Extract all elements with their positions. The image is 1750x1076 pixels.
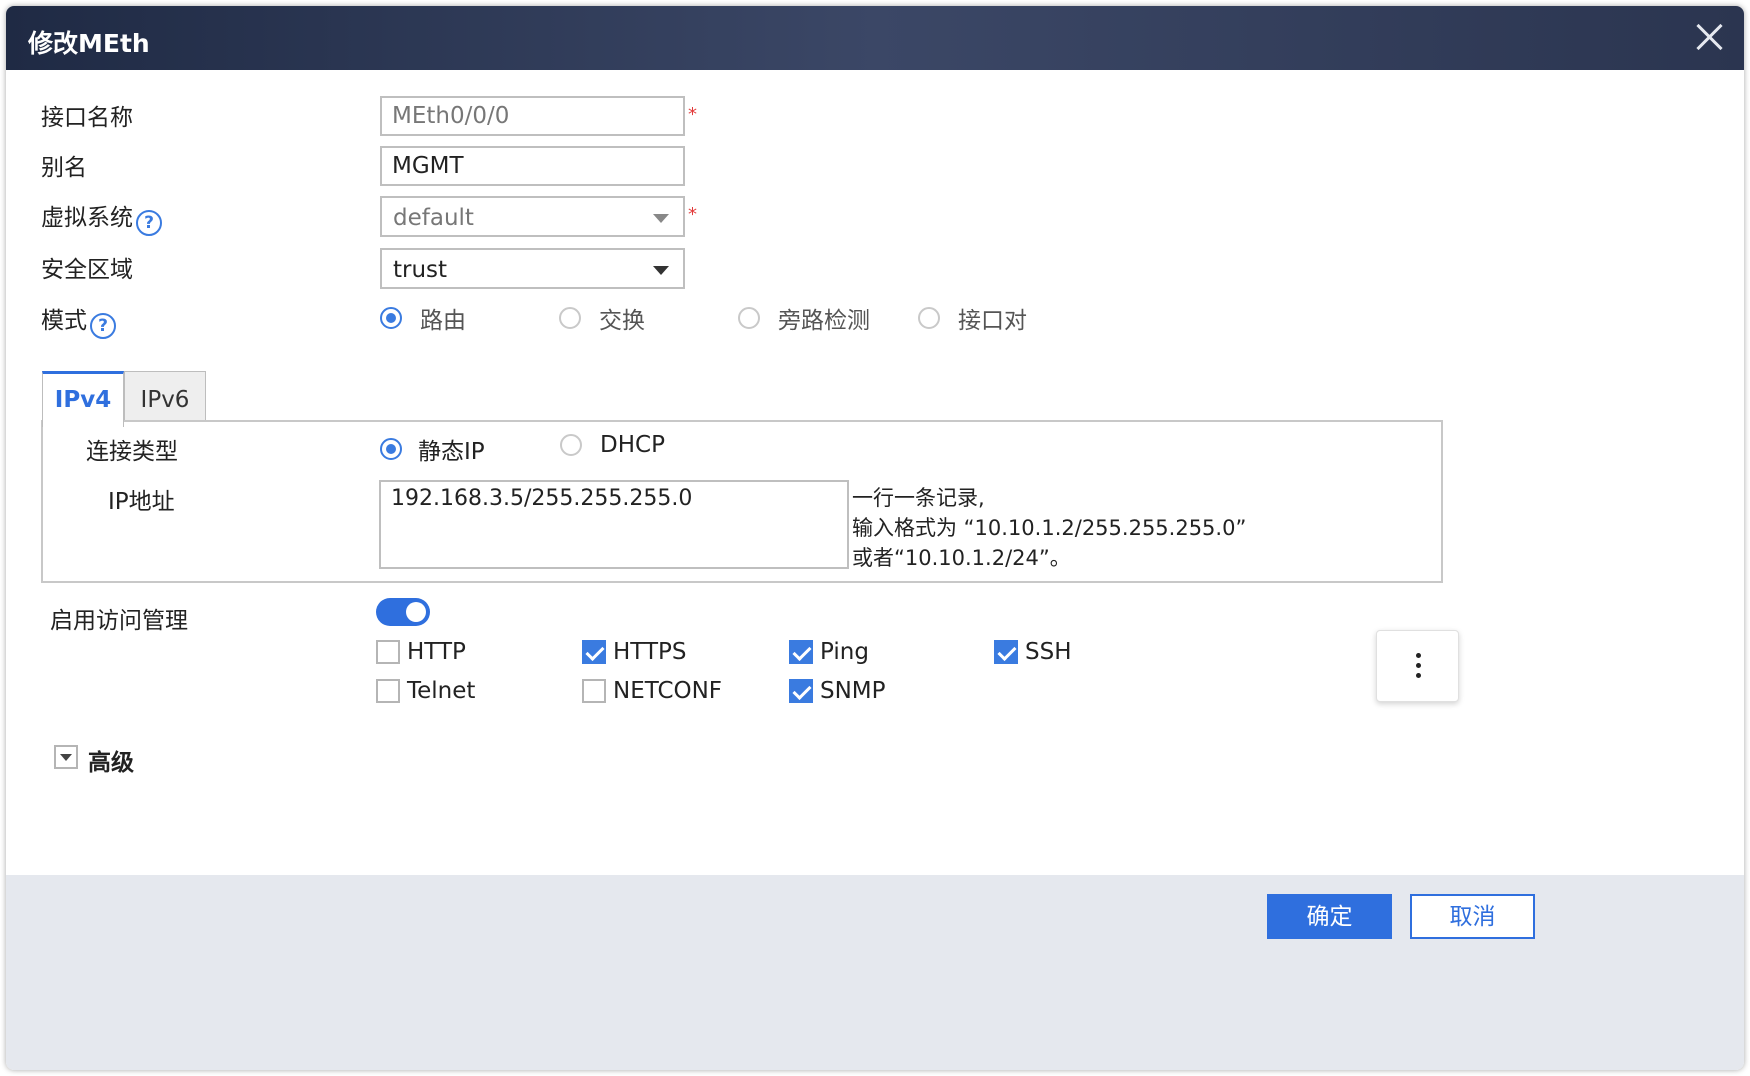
checkbox-box (376, 640, 400, 664)
interface-name-label: 接口名称 (41, 105, 133, 131)
checkbox-box (789, 640, 813, 664)
tab-ipv4[interactable]: IPv4 (42, 371, 124, 427)
mode-label-text: 模式 (41, 308, 87, 334)
mode-radio-route[interactable]: 路由 (380, 301, 466, 335)
service-checkbox-telnet[interactable]: Telnet (376, 678, 475, 704)
chevron-down-icon (653, 266, 669, 275)
hint-line: 一行一条记录, (852, 486, 985, 510)
checkbox-box (994, 640, 1018, 664)
service-checkbox-https[interactable]: HTTPS (582, 639, 686, 665)
hint-line: 输入格式为 “10.10.1.2/255.255.255.0” (852, 516, 1247, 540)
tab-ipv6[interactable]: IPv6 (124, 371, 206, 427)
cancel-button[interactable]: 取消 (1410, 894, 1535, 939)
checkbox-box (376, 679, 400, 703)
security-zone-value: trust (393, 257, 448, 283)
service-label: SNMP (820, 678, 886, 704)
toggle-knob (406, 602, 426, 622)
ip-address-label: IP地址 (108, 489, 175, 515)
dot (1416, 663, 1421, 668)
help-icon[interactable]: ? (90, 313, 116, 339)
radio-circle (380, 438, 402, 460)
dialog-title: 修改MEth (28, 29, 150, 58)
mode-radio-bypass[interactable]: 旁路检测 (738, 301, 870, 335)
edit-interface-dialog: 修改MEth 接口名称 * 别名 虚拟系统? default * 安全区域 tr… (6, 6, 1744, 1070)
mode-option-label: 旁路检测 (778, 308, 870, 334)
mode-option-label: 路由 (420, 308, 466, 334)
virtual-system-label: 虚拟系统? (41, 198, 162, 236)
ip-address-hint: 一行一条记录, 输入格式为 “10.10.1.2/255.255.255.0” … (852, 483, 1246, 573)
service-label: SSH (1025, 639, 1072, 665)
dot (1416, 673, 1421, 678)
mode-option-label: 接口对 (958, 308, 1027, 334)
service-label: Ping (820, 639, 869, 665)
connection-option-label: DHCP (600, 432, 665, 458)
service-label: HTTPS (613, 639, 687, 665)
interface-name-field[interactable] (380, 96, 685, 136)
mode-option-label: 交换 (599, 308, 645, 334)
ok-button[interactable]: 确定 (1267, 894, 1392, 939)
mode-label: 模式? (41, 301, 116, 339)
radio-circle (560, 434, 582, 456)
alias-field[interactable] (380, 146, 685, 186)
service-label: Telnet (407, 678, 476, 704)
advanced-label[interactable]: 高级 (88, 743, 134, 777)
radio-circle (918, 307, 940, 329)
access-management-label: 启用访问管理 (50, 608, 188, 634)
checkbox-box (789, 679, 813, 703)
hint-line: 或者“10.10.1.2/24”。 (852, 546, 1071, 570)
help-icon[interactable]: ? (136, 210, 162, 236)
service-checkbox-ping[interactable]: Ping (789, 639, 869, 665)
close-icon[interactable] (1694, 22, 1724, 52)
access-management-toggle[interactable] (376, 598, 430, 626)
service-checkbox-netconf[interactable]: NETCONF (582, 678, 722, 704)
dialog-titlebar: 修改MEth (6, 6, 1744, 70)
service-label: HTTP (407, 639, 466, 665)
mode-radio-interface-pair[interactable]: 接口对 (918, 301, 1027, 335)
service-checkbox-http[interactable]: HTTP (376, 639, 466, 665)
advanced-expand-toggle[interactable] (54, 745, 78, 769)
virtual-system-label-text: 虚拟系统 (41, 205, 133, 231)
checkbox-box (582, 679, 606, 703)
ip-address-textarea[interactable]: 192.168.3.5/255.255.255.0 (379, 480, 849, 569)
service-label: NETCONF (613, 678, 723, 704)
service-checkbox-ssh[interactable]: SSH (994, 639, 1072, 665)
radio-circle (559, 307, 581, 329)
required-mark: * (688, 104, 697, 125)
mode-radio-switch[interactable]: 交换 (559, 301, 645, 335)
required-mark: * (688, 204, 697, 225)
dot (1416, 653, 1421, 658)
more-vertical-icon[interactable] (1376, 630, 1459, 702)
connection-radio-static[interactable]: 静态IP (380, 432, 485, 466)
alias-label: 别名 (41, 155, 87, 181)
radio-circle (738, 307, 760, 329)
connection-type-label: 连接类型 (86, 439, 178, 465)
connection-radio-dhcp[interactable]: DHCP (560, 432, 665, 458)
virtual-system-select[interactable]: default (380, 196, 685, 237)
checkbox-box (582, 640, 606, 664)
security-zone-label: 安全区域 (41, 257, 133, 283)
connection-option-label: 静态IP (418, 439, 485, 465)
security-zone-select[interactable]: trust (380, 248, 685, 289)
service-checkbox-snmp[interactable]: SNMP (789, 678, 886, 704)
virtual-system-value: default (393, 205, 474, 231)
radio-circle (380, 307, 402, 329)
chevron-down-icon (653, 214, 669, 223)
